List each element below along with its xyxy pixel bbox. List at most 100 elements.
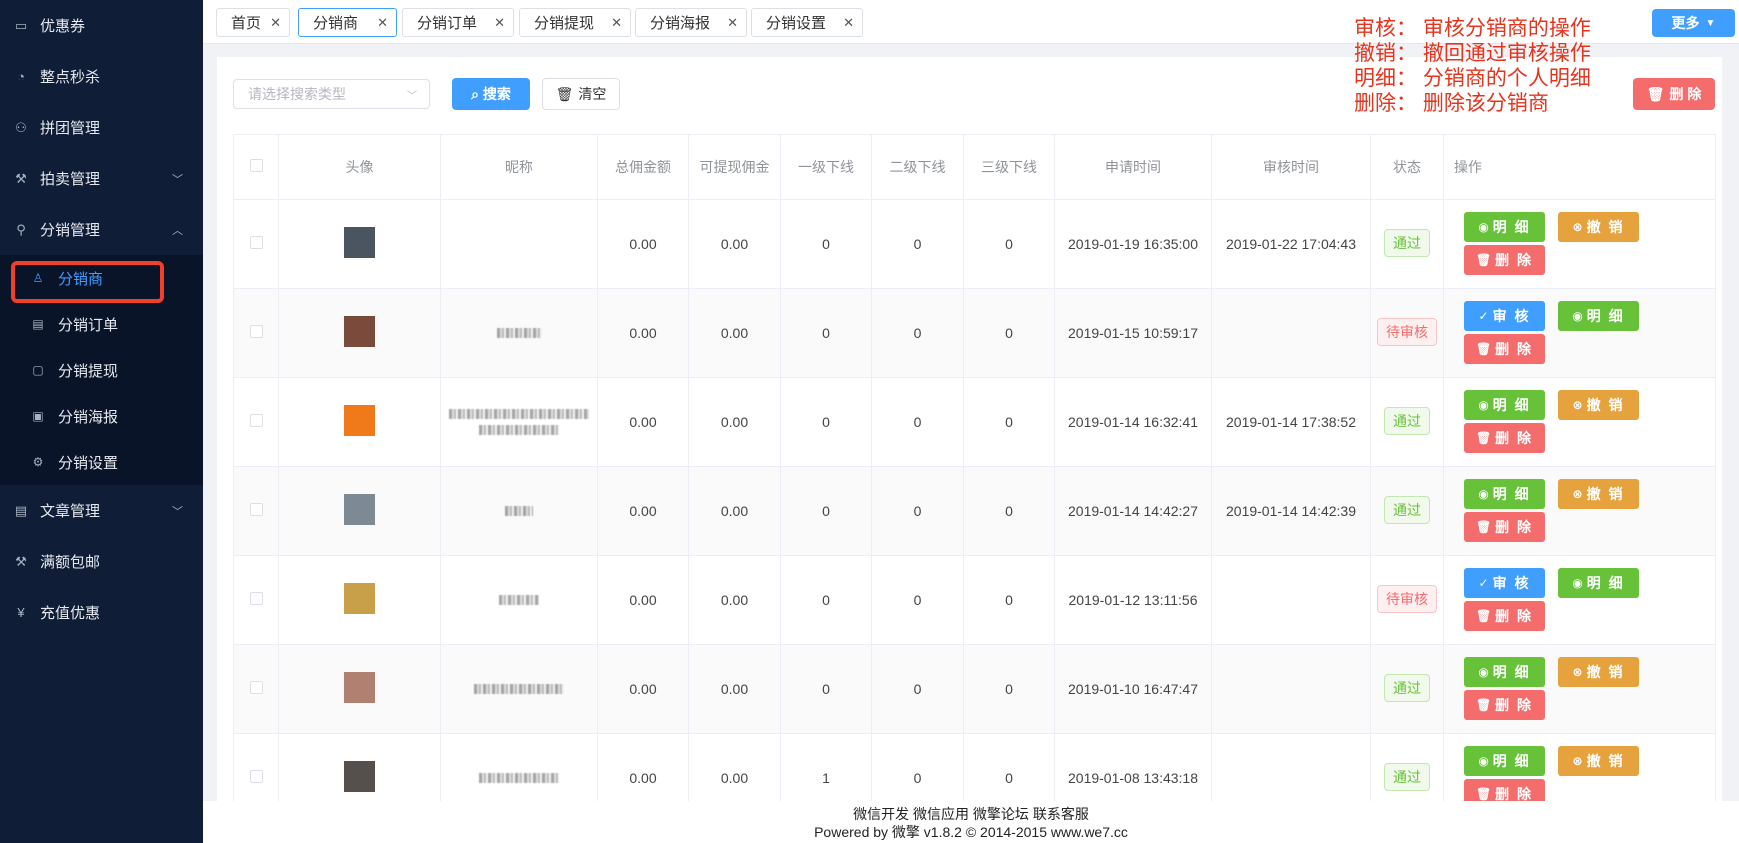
detail-button[interactable]: ◉ 明 细 — [1558, 568, 1639, 598]
revoke-button[interactable]: ⊗ 撤 销 — [1558, 390, 1639, 420]
sidebar-subitem-posters[interactable]: ▣ 分销海报 — [0, 393, 203, 439]
select-all-checkbox[interactable] — [233, 134, 279, 200]
delete-button[interactable]: 🗑 删 除 — [1464, 690, 1545, 720]
footer-links[interactable]: 微信开发 微信应用 微擎论坛 联系客服 — [203, 805, 1739, 823]
button-label: 明 细 — [1492, 753, 1531, 769]
clear-button[interactable]: 🗑 清空 — [542, 78, 620, 110]
apply-time-cell: 2019-01-15 10:59:17 — [1054, 288, 1212, 378]
review-button[interactable]: ✓ 审 核 — [1464, 301, 1545, 331]
tab-distributors[interactable]: 分销商 ✕ — [298, 8, 397, 37]
status-cell: 通过 — [1370, 466, 1444, 556]
row-checkbox[interactable] — [233, 288, 279, 378]
avatar — [278, 644, 441, 734]
ops-cell: ◉ 明 细 ⊗ 撤 销 🗑 删 除 — [1443, 199, 1716, 289]
status-badge: 通过 — [1384, 406, 1430, 435]
sidebar-item-flash-sale[interactable]: ◔ 整点秒杀 — [0, 51, 203, 102]
review-button[interactable]: ✓ 审 核 — [1464, 568, 1545, 598]
withdrawable-cell: 0.00 — [688, 199, 781, 289]
nickname-cell — [440, 555, 598, 645]
sidebar-subitem-withdraw[interactable]: ▢ 分销提现 — [0, 347, 203, 393]
delete-button[interactable]: 🗑 删 除 — [1464, 245, 1545, 275]
sidebar-subitem-label: 分销商 — [58, 270, 104, 288]
gavel-icon: ⚒ — [15, 553, 27, 569]
tab-home[interactable]: 首页 ✕ — [216, 8, 290, 37]
delete-button[interactable]: 🗑 删 除 — [1464, 512, 1545, 542]
table-row: 0.00 0.00 0 0 0 2019-01-10 16:47:47 通过 ◉ 明 细 ⊗ 撤 销… — [233, 644, 1716, 734]
nickname-cell — [440, 466, 598, 556]
col-ops: 操作 — [1443, 134, 1716, 200]
col-total: 总佣金额 — [597, 134, 689, 200]
close-icon[interactable]: ✕ — [270, 15, 281, 31]
close-icon[interactable]: ✕ — [611, 15, 622, 31]
detail-button[interactable]: ◉ 明 细 — [1464, 212, 1545, 242]
ticket-icon: ▭ — [14, 17, 28, 33]
close-icon[interactable]: ✕ — [377, 15, 388, 31]
trash-icon: 🗑 — [1475, 787, 1492, 801]
status-badge: 通过 — [1384, 228, 1430, 257]
review-time-cell — [1211, 555, 1371, 645]
sidebar-item-distribution[interactable]: ⚲ 分销管理 ︿ — [0, 204, 203, 255]
distribution-submenu: ♙ 分销商 ▤ 分销订单 ▢ 分销提现 ▣ 分销海报 ⚙ 分销设置 — [0, 255, 203, 485]
close-icon[interactable]: ✕ — [843, 15, 854, 31]
detail-button[interactable]: ◉ 明 细 — [1464, 479, 1545, 509]
delete-button[interactable]: 🗑 删 除 — [1464, 601, 1545, 631]
detail-button[interactable]: ◉ 明 细 — [1464, 746, 1545, 776]
revoke-button[interactable]: ⊗ 撤 销 — [1558, 212, 1639, 242]
sidebar-subitem-distributors[interactable]: ♙ 分销商 — [0, 255, 203, 301]
detail-button[interactable]: ◉ 明 细 — [1464, 390, 1545, 420]
status-badge: 通过 — [1384, 673, 1430, 702]
revoke-button[interactable]: ⊗ 撤 销 — [1558, 657, 1639, 687]
col-review-time: 审核时间 — [1211, 134, 1371, 200]
sidebar-subitem-orders[interactable]: ▤ 分销订单 — [0, 301, 203, 347]
bulk-delete-button[interactable]: 🗑 删 除 — [1633, 78, 1715, 110]
total-cell: 0.00 — [597, 644, 689, 734]
sidebar-item-recharge[interactable]: ¥ 充值优惠 — [0, 587, 203, 638]
detail-button[interactable]: ◉ 明 细 — [1558, 301, 1639, 331]
search-button[interactable]: ⌕ 搜索 — [452, 78, 530, 110]
row-checkbox[interactable] — [233, 199, 279, 289]
row-checkbox[interactable] — [233, 644, 279, 734]
search-type-select[interactable]: 请选择搜索类型 ﹀ — [233, 79, 430, 109]
tab-label: 分销提现 — [534, 15, 595, 32]
row-checkbox[interactable] — [233, 466, 279, 556]
tab-settings[interactable]: 分销设置 ✕ — [751, 8, 863, 37]
sidebar-item-coupons[interactable]: ▭ 优惠券 — [0, 0, 203, 51]
delete-button[interactable]: 🗑 删 除 — [1464, 423, 1545, 453]
sidebar-subitem-label: 分销设置 — [58, 454, 119, 472]
level1-cell: 0 — [780, 288, 872, 378]
level3-cell: 0 — [963, 644, 1055, 734]
sidebar-item-articles[interactable]: ▤ 文章管理 ﹀ — [0, 485, 203, 536]
sidebar-item-group-buy[interactable]: ⚇ 拼团管理 — [0, 102, 203, 153]
sidebar-item-label: 整点秒杀 — [40, 69, 101, 86]
button-label: 撤 销 — [1586, 753, 1625, 769]
revoke-button[interactable]: ⊗ 撤 销 — [1558, 479, 1639, 509]
delete-button[interactable]: 🗑 删 除 — [1464, 334, 1545, 364]
sidebar-subitem-settings[interactable]: ⚙ 分销设置 — [0, 439, 203, 485]
tab-posters[interactable]: 分销海报 ✕ — [635, 8, 747, 37]
tab-orders[interactable]: 分销订单 ✕ — [402, 8, 514, 37]
delete-label: 删 除 — [1669, 86, 1702, 102]
cancel-icon: ⊗ — [1572, 220, 1583, 234]
trash-icon: 🗑 — [555, 85, 574, 102]
detail-button[interactable]: ◉ 明 细 — [1464, 657, 1545, 687]
sidebar-item-label: 满额包邮 — [40, 554, 101, 571]
review-time-cell: 2019-01-14 14:42:39 — [1211, 466, 1371, 556]
button-label: 删 除 — [1495, 430, 1534, 446]
tab-withdraw[interactable]: 分销提现 ✕ — [519, 8, 631, 37]
withdrawable-cell: 0.00 — [688, 466, 781, 556]
row-checkbox[interactable] — [233, 555, 279, 645]
row-checkbox[interactable] — [233, 377, 279, 467]
sidebar-item-free-shipping[interactable]: ⚒ 满额包邮 — [0, 536, 203, 587]
level1-cell: 0 — [780, 199, 872, 289]
chevron-down-icon: ▼ — [1705, 17, 1716, 29]
close-icon[interactable]: ✕ — [727, 15, 738, 31]
status-badge: 通过 — [1384, 762, 1430, 791]
total-cell: 0.00 — [597, 199, 689, 289]
trash-icon: 🗑 — [1475, 698, 1492, 712]
ops-cell: ✓ 审 核 ◉ 明 细 🗑 删 除 — [1443, 555, 1716, 645]
revoke-button[interactable]: ⊗ 撤 销 — [1558, 746, 1639, 776]
sidebar-item-auction[interactable]: ⚒ 拍卖管理 ﹀ — [0, 153, 203, 204]
close-icon[interactable]: ✕ — [494, 15, 505, 31]
group-icon: ⚇ — [15, 119, 27, 135]
more-button[interactable]: 更多 ▼ — [1652, 9, 1735, 37]
